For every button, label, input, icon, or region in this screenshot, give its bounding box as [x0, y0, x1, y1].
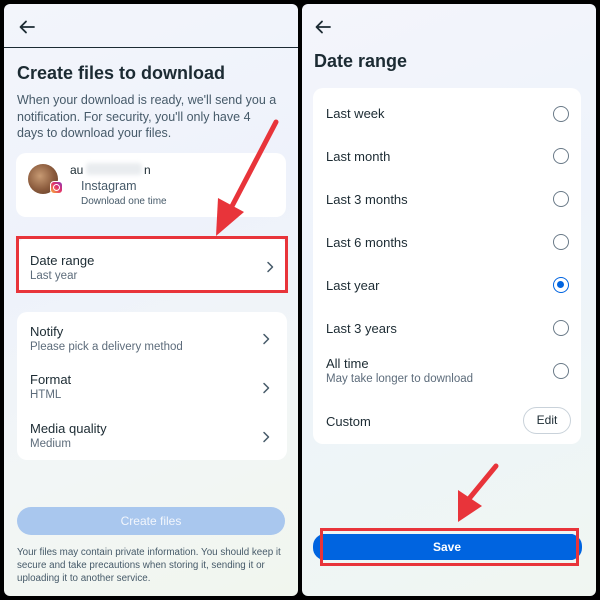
- account-platform: Instagram: [81, 179, 137, 193]
- media-quality-label: Media quality: [30, 421, 107, 436]
- settings-card: Notify Please pick a delivery method For…: [17, 312, 287, 460]
- page-title: Date range: [314, 51, 408, 71]
- account-card: au n Instagram Download one time: [16, 153, 286, 217]
- format-row[interactable]: Format HTML: [17, 364, 287, 404]
- media-quality-value: Medium: [30, 438, 71, 450]
- format-value: HTML: [30, 389, 62, 401]
- option-label: Last month: [326, 149, 391, 164]
- radio-button[interactable]: [553, 148, 569, 164]
- privacy-footer: Your files may contain private informati…: [17, 547, 281, 584]
- account-download-note: Download one time: [81, 196, 167, 207]
- option-last-3-months[interactable]: Last 3 months: [313, 179, 581, 219]
- custom-edit-button[interactable]: Edit: [523, 407, 571, 434]
- option-last-week[interactable]: Last week: [313, 93, 581, 133]
- option-last-3-years[interactable]: Last 3 years: [313, 307, 581, 347]
- instagram-icon: [50, 181, 63, 194]
- option-all-time[interactable]: All time May take longer to download: [313, 350, 581, 396]
- radio-button[interactable]: [553, 363, 569, 379]
- option-label: All time: [326, 356, 369, 371]
- option-label: Last week: [326, 106, 385, 121]
- option-label: Last year: [326, 278, 380, 293]
- account-name-redacted: [86, 163, 142, 175]
- option-last-month[interactable]: Last month: [313, 136, 581, 176]
- save-highlight-box: [320, 528, 579, 566]
- option-last-6-months[interactable]: Last 6 months: [313, 221, 581, 261]
- radio-button[interactable]: [553, 191, 569, 207]
- option-sublabel: May take longer to download: [326, 373, 474, 385]
- create-files-button[interactable]: Create files: [17, 507, 285, 535]
- page-description: When your download is ready, we'll send …: [17, 93, 277, 140]
- option-label: Last 3 months: [326, 192, 408, 207]
- header-divider: [4, 47, 298, 48]
- date-range-options-card: Last week Last month Last 3 months Last …: [313, 88, 581, 444]
- media-quality-row[interactable]: Media quality Medium: [17, 413, 287, 453]
- format-label: Format: [30, 372, 72, 387]
- page-title: Create files to download: [17, 63, 226, 83]
- account-name-start: au: [70, 163, 84, 177]
- chevron-right-icon: [261, 430, 271, 443]
- radio-button-selected[interactable]: [553, 277, 569, 293]
- radio-button[interactable]: [553, 234, 569, 250]
- back-arrow-icon[interactable]: [314, 18, 338, 40]
- custom-label: Custom: [326, 414, 371, 429]
- option-last-year[interactable]: Last year: [313, 264, 581, 304]
- option-label: Last 6 months: [326, 235, 408, 250]
- radio-button[interactable]: [553, 106, 569, 122]
- chevron-right-icon: [261, 332, 271, 345]
- radio-button[interactable]: [553, 320, 569, 336]
- chevron-right-icon: [261, 381, 271, 394]
- back-arrow-icon[interactable]: [18, 18, 42, 40]
- notify-value: Please pick a delivery method: [30, 341, 183, 353]
- account-name-end: n: [144, 163, 151, 177]
- notify-row[interactable]: Notify Please pick a delivery method: [17, 314, 287, 354]
- option-label: Last 3 years: [326, 321, 397, 336]
- create-files-screen: Create files to download When your downl…: [4, 4, 298, 596]
- notify-label: Notify: [30, 324, 64, 339]
- date-range-highlight-box: [16, 236, 288, 293]
- date-range-screen: Date range Last week Last month Last 3 m…: [302, 4, 596, 596]
